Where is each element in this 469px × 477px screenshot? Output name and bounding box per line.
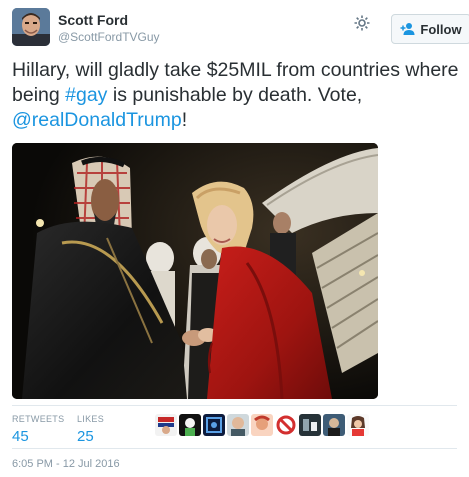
retweets-stat[interactable]: RETWEETS 45 [12,414,64,446]
follow-label: Follow [420,21,462,37]
tweet-header: Scott Ford @ScottFordTVGuy Follow [12,8,469,48]
liker-avatar[interactable] [323,414,345,436]
liker-avatar[interactable] [227,414,249,436]
tweet-text-part: is punishable by death. Vote, [107,84,363,106]
mention-link[interactable]: @realDonaldTrump [12,109,182,131]
liker-avatar[interactable] [251,414,273,436]
gear-icon[interactable] [353,14,371,32]
liker-avatars [155,414,369,440]
liker-avatar[interactable] [155,414,177,436]
follow-person-icon [400,22,416,36]
liker-avatar[interactable] [275,414,297,436]
divider [12,405,457,406]
liker-avatar[interactable] [299,414,321,436]
tweet-photo[interactable] [12,143,378,399]
author-names: Scott Ford @ScottFordTVGuy [58,12,160,45]
retweets-label: RETWEETS [12,414,65,424]
tweet-text: Hillary, will gladly take $25MIL from co… [12,58,462,133]
liker-avatar[interactable] [179,414,201,436]
author-display-name[interactable]: Scott Ford [58,12,160,29]
tweet-text-part: ! [181,109,188,131]
tweet-card: Scott Ford @ScottFordTVGuy Follow Hillar… [0,0,469,477]
liker-avatar[interactable] [203,414,225,436]
liker-avatar[interactable] [347,414,369,436]
likes-label: LIKES [77,414,105,424]
retweets-count[interactable]: 45 [12,428,64,446]
author-handle[interactable]: @ScottFordTVGuy [58,29,160,45]
likes-count[interactable]: 25 [77,428,104,446]
hashtag-link[interactable]: #gay [65,84,107,106]
author-avatar[interactable] [12,8,50,46]
likes-stat[interactable]: LIKES 25 [77,414,104,446]
follow-button[interactable]: Follow [391,14,469,44]
divider [12,448,457,449]
tweet-timestamp[interactable]: 6:05 PM - 12 Jul 2016 [12,458,120,470]
